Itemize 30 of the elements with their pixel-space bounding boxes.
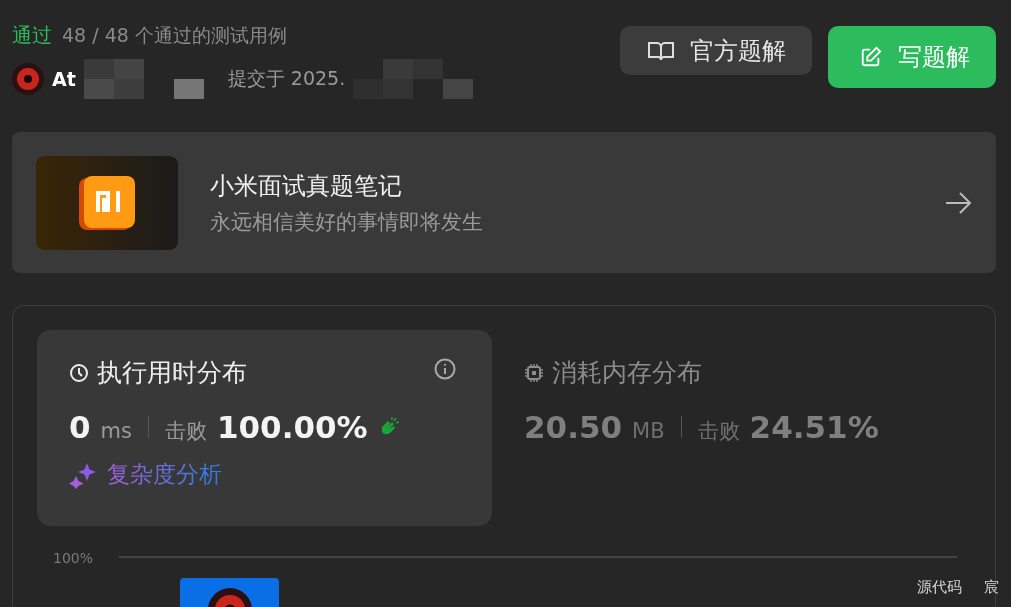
beats-label: 击败 [165,418,207,445]
chip-icon [524,362,544,383]
beats-percent: 24.51% [749,409,879,445]
metric-unit: MB [632,419,665,443]
metric-unit: ms [100,419,132,443]
y-axis-label: 100% [53,550,95,566]
test-case-count: 48 / 48 个通过的测试用例 [62,22,287,48]
metric-card[interactable]: 消耗内存分布 20.50 MB 击败 24.51% [492,330,971,526]
info-icon[interactable] [434,358,456,380]
promo-card[interactable]: 小米面试真题笔记 永远相信美好的事情即将发生 [12,132,996,273]
promo-title: 小米面试真题笔记 [210,170,403,202]
metric-value: 0 [69,409,91,445]
promo-subtitle: 永远相信美好的事情即将发生 [210,208,484,236]
arrow-right-icon [944,190,972,215]
metric-title: 执行用时分布 [97,357,247,389]
official-solution-button[interactable]: 官方题解 [620,26,812,75]
book-icon [648,39,674,62]
floating-label[interactable]: 源代码 [917,578,962,597]
edit-icon [860,46,882,68]
submission-time: 提交于 2025. [227,66,346,91]
metric-title: 消耗内存分布 [552,357,702,389]
metric-value: 20.50 [524,409,623,445]
avatar [12,63,44,95]
metric-card[interactable]: 执行用时分布 0 ms 击败 100.00% 复杂度分析 [37,330,492,526]
beats-percent: 100.00% [217,409,368,445]
status-label: 通过 [12,22,52,49]
beats-label: 击败 [697,418,740,445]
author-name[interactable]: At [52,68,76,90]
floating-label[interactable]: 宸 [984,578,999,597]
clock-icon [69,362,89,383]
